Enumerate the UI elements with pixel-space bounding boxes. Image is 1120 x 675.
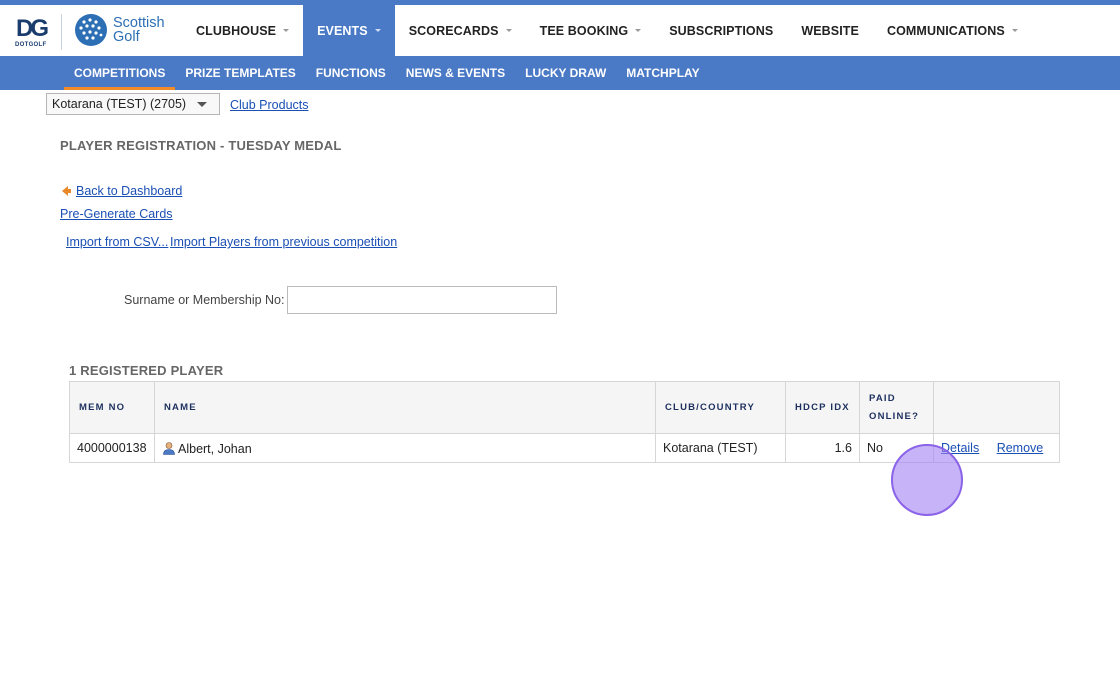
nav-item-tee-booking[interactable]: TEE BOOKING [526, 5, 656, 56]
user-icon [163, 441, 175, 455]
subnav-item-prize-templates[interactable]: PRIZE TEMPLATES [175, 56, 305, 90]
club-products-link[interactable]: Club Products [230, 98, 309, 112]
nav-item-label: TEE BOOKING [539, 23, 629, 38]
cell-name: Albert, Johan [154, 433, 656, 463]
dotgolf-logo[interactable]: DG DOTGOLF [14, 15, 49, 51]
cell-hdcp: 1.6 [785, 433, 860, 463]
details-link[interactable]: Details [941, 441, 979, 455]
nav-item-clubhouse[interactable]: CLUBHOUSE [182, 5, 303, 56]
chevron-down-icon [283, 29, 290, 32]
col-paid-online[interactable]: PAID ONLINE? [859, 381, 934, 434]
col-name[interactable]: NAME [154, 381, 656, 434]
players-table: MEM NO NAME CLUB/COUNTRY HDCP IDX PAID ON… [69, 381, 1060, 463]
pre-generate-cards-link[interactable]: Pre-Generate Cards [60, 207, 173, 221]
col-paid-line1: PAID [869, 392, 896, 404]
nav-item-label: EVENTS [317, 23, 368, 38]
chevron-down-icon [635, 29, 642, 32]
chevron-down-icon [374, 29, 381, 32]
chevron-down-icon [505, 29, 512, 32]
subnav-item-matchplay[interactable]: MATCHPLAY [616, 56, 709, 90]
subnav-item-functions[interactable]: FUNCTIONS [306, 56, 396, 90]
scottish-golf-logo[interactable]: Scottish Golf [74, 13, 184, 49]
back-to-dashboard-link[interactable]: Back to Dashboard [76, 184, 182, 198]
nav-item-events[interactable]: EVENTS [303, 5, 395, 56]
nav-item-label: CLUBHOUSE [196, 23, 277, 38]
top-bar: DG DOTGOLF Scottish Golf CLUBHOUSE EVENT… [0, 5, 1120, 56]
table-header-row: MEM NO NAME CLUB/COUNTRY HDCP IDX PAID ON… [69, 381, 1060, 434]
col-hdcp-idx[interactable]: HDCP IDX [785, 381, 860, 434]
subnav-item-news-events[interactable]: NEWS & EVENTS [396, 56, 515, 90]
back-arrow-icon [62, 186, 71, 196]
subnav-item-lucky-draw[interactable]: LUCKY DRAW [515, 56, 616, 90]
nav-item-label: WEBSITE [801, 23, 859, 38]
table-row: 4000000138 Albert, Johan Kotarana (TEST)… [69, 433, 1060, 463]
search-input[interactable] [287, 286, 557, 314]
import-csv-link[interactable]: Import from CSV... [66, 235, 168, 249]
dropdown-arrow-icon [197, 102, 207, 107]
logo-divider [61, 14, 62, 50]
sub-nav: COMPETITIONS PRIZE TEMPLATES FUNCTIONS N… [0, 56, 1120, 90]
chevron-down-icon [1011, 29, 1018, 32]
col-club-country[interactable]: CLUB/COUNTRY [655, 381, 786, 434]
search-label: Surname or Membership No: [124, 293, 285, 307]
back-to-dashboard: Back to Dashboard [62, 184, 182, 198]
dotgolf-logo-text: DOTGOLF [15, 42, 47, 48]
cell-actions: Details Remove [933, 433, 1060, 463]
nav-item-website[interactable]: WEBSITE [787, 5, 873, 56]
scottish-golf-logo-line2: Golf [113, 29, 140, 45]
registered-players-title: 1 REGISTERED PLAYER [69, 363, 224, 378]
import-previous-link[interactable]: Import Players from previous competition [170, 235, 397, 249]
col-actions [933, 381, 1060, 434]
nav-item-label: SCORECARDS [408, 23, 499, 38]
page-title: PLAYER REGISTRATION - TUESDAY MEDAL [60, 138, 342, 153]
remove-link[interactable]: Remove [997, 441, 1044, 455]
golf-ball-icon [75, 14, 107, 46]
dotgolf-logo-mark: DG [16, 15, 49, 42]
main-nav: CLUBHOUSE EVENTS SCORECARDS TEE BOOKING … [182, 5, 1032, 56]
player-name: Albert, Johan [178, 441, 252, 456]
nav-item-label: SUBSCRIPTIONS [669, 23, 774, 38]
col-paid-line2: ONLINE? [869, 410, 920, 422]
club-select-value: Kotarana (TEST) (2705) [52, 97, 187, 111]
nav-item-communications[interactable]: COMMUNICATIONS [873, 5, 1032, 56]
col-mem-no[interactable]: MEM NO [69, 381, 155, 434]
cell-mem-no: 4000000138 [69, 433, 155, 463]
club-select[interactable]: Kotarana (TEST) (2705) [46, 93, 220, 115]
scottish-golf-logo-line1: Scottish [113, 15, 165, 31]
nav-item-scorecards[interactable]: SCORECARDS [395, 5, 526, 56]
subnav-item-competitions[interactable]: COMPETITIONS [64, 56, 176, 90]
cell-paid: No [859, 433, 934, 463]
cell-club: Kotarana (TEST) [655, 433, 786, 463]
nav-item-subscriptions[interactable]: SUBSCRIPTIONS [655, 5, 787, 56]
nav-item-label: COMMUNICATIONS [886, 23, 1005, 38]
